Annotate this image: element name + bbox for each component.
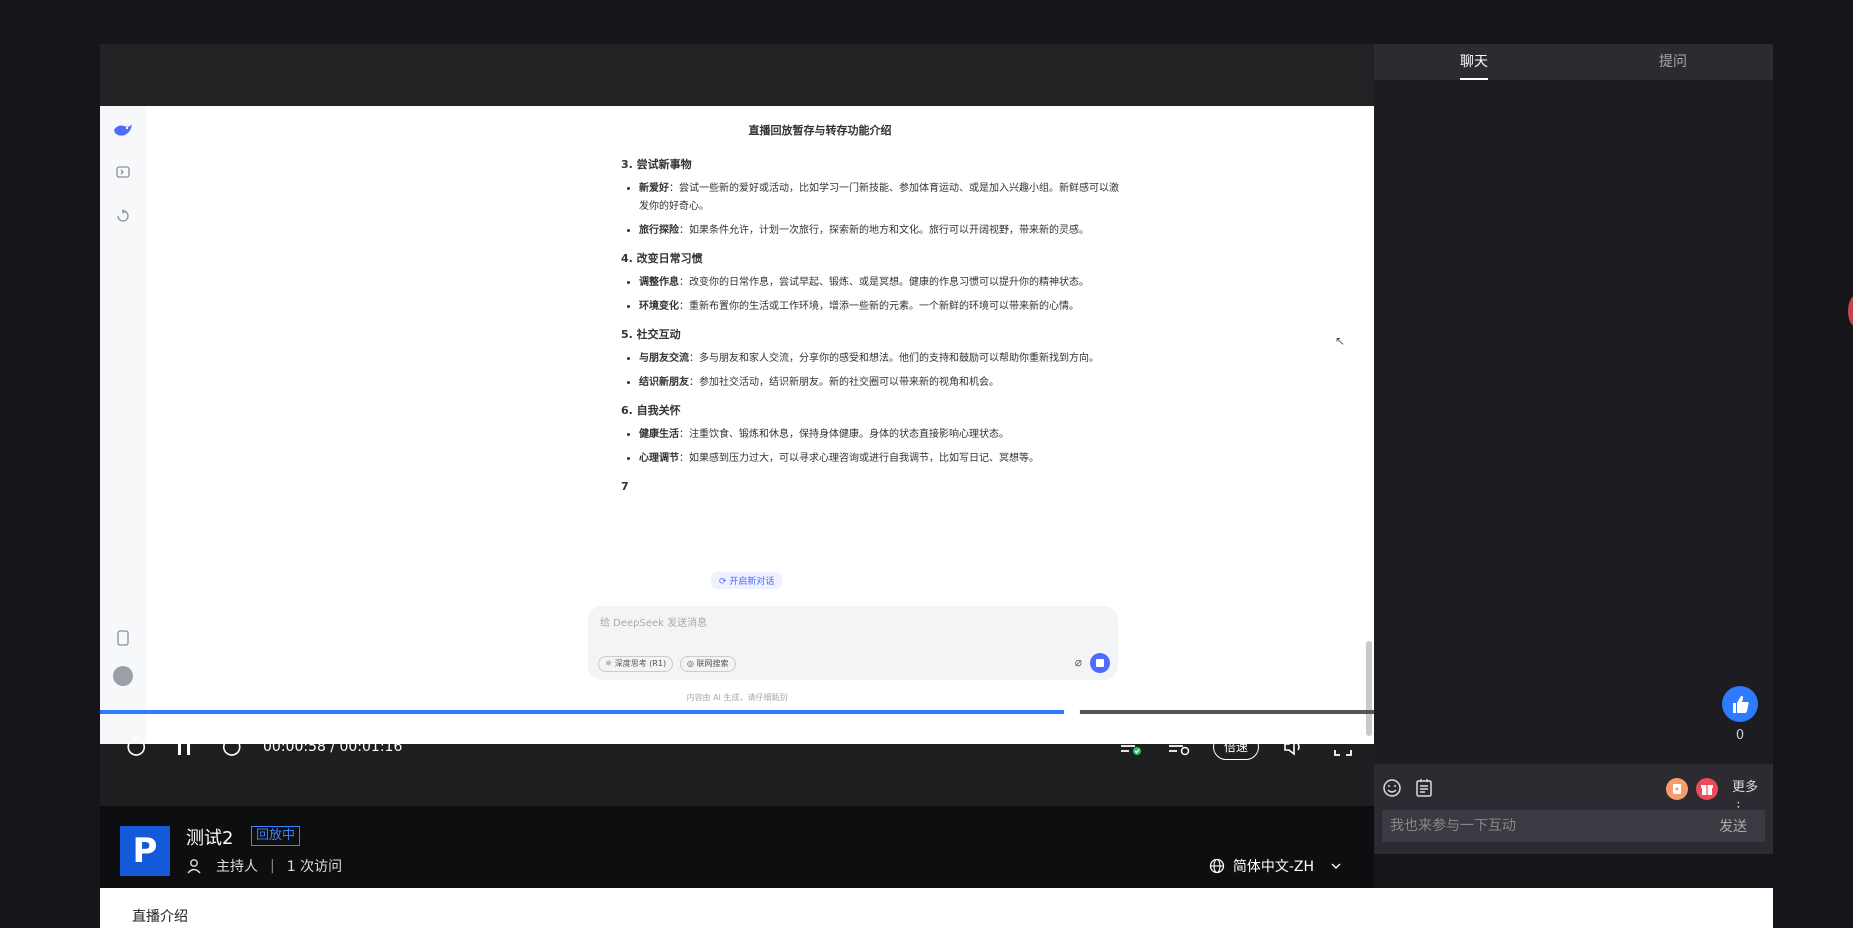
deepseek-sidebar	[100, 106, 146, 744]
stream-info-bar: P 测试2 回放中 主持人 | 1 次访问 简体中文-ZH	[100, 806, 1374, 898]
refresh-icon: ⟳	[719, 577, 730, 587]
time-display: 00:00:58 / 00:01:16	[263, 739, 403, 755]
list-item: 旅行探险：如果条件允许，计划一次旅行，探索新的地方和文化。旅行可以开阔视野，带来…	[639, 222, 1121, 240]
progress-bar[interactable]	[100, 704, 1374, 720]
player-controls: 00:00:58 / 00:01:16 倍速	[100, 720, 1374, 774]
new-chat-button: ⟳ 开启新对话	[711, 572, 783, 589]
video-scrollbar	[1366, 146, 1372, 736]
doc-heading: 5. 社交互动	[621, 328, 681, 341]
pause-icon	[178, 739, 190, 755]
red-envelope-button[interactable]	[1666, 778, 1688, 800]
tab-questions[interactable]: 提问	[1659, 44, 1687, 80]
deepseek-input-placeholder: 给 DeepSeek 发送消息	[600, 618, 708, 629]
video-top-bar	[100, 44, 1374, 106]
doc-section-5: 5. 社交互动 与朋友交流：多与朋友和家人交流，分享你的感受和想法。他们的支持和…	[621, 326, 1121, 392]
doc-trailing-number: 7	[621, 480, 629, 493]
tab-chat[interactable]: 聊天	[1460, 44, 1488, 80]
progress-fill	[100, 710, 1072, 714]
list-item: 结识新朋友：参加社交活动，结识新朋友。新的社交圈可以带来新的视角和机会。	[639, 374, 1121, 392]
fullscreen-icon	[1334, 738, 1352, 756]
gift-icon	[1701, 785, 1713, 795]
user-icon	[187, 859, 201, 874]
forward-icon	[222, 736, 241, 756]
channel-logo: P	[120, 826, 170, 876]
language-label: 简体中文-ZH	[1232, 859, 1314, 875]
doc-heading: 4. 改变日常习惯	[621, 252, 703, 265]
forward-15-button[interactable]	[216, 720, 248, 774]
language-selector[interactable]: 简体中文-ZH	[1209, 856, 1342, 876]
chat-input[interactable]	[1382, 810, 1701, 842]
chat-tabs: 聊天 提问	[1374, 44, 1773, 80]
ai-disclaimer: 内容由 AI 生成，请仔细甄别	[686, 693, 788, 702]
list-item: 心理调节：如果感到压力过大，可以寻求心理咨询或进行自我调节，比如写日记、冥想等。	[639, 450, 1121, 468]
notes-button[interactable]	[1414, 778, 1434, 798]
sidebar-toggle-icon	[112, 164, 134, 186]
list-item: 新爱好：尝试一些新的爱好或活动，比如学习一门新技能、参加体育运动、或是加入兴趣小…	[639, 180, 1121, 216]
user-avatar-icon	[113, 666, 133, 686]
globe-icon	[1209, 858, 1224, 874]
visit-count: 1 次访问	[286, 859, 343, 875]
playlist-settings-icon	[1169, 740, 1190, 756]
list-item: 环境变化：重新布置你的生活或工作环境，增添一些新的元素。一个新鲜的环境可以带来新…	[639, 298, 1121, 316]
rewind-icon	[127, 736, 146, 756]
gift-button[interactable]	[1696, 778, 1718, 800]
stream-title: 测试2	[186, 828, 234, 849]
video-frame[interactable]: 直播回放暂存与转存功能介绍 3. 尝试新事物 新爱好：尝试一些新的爱好或活动，比…	[100, 106, 1374, 744]
doc-heading: 3. 尝试新事物	[621, 158, 692, 171]
playlist-settings-button[interactable]	[1164, 720, 1194, 774]
playlist-check-icon	[1121, 740, 1141, 755]
list-item: 调整作息：改变你的日常作息，尝试早起、锻炼、或是冥想。健康的作息习惯可以提升你的…	[639, 274, 1121, 292]
intro-section: 直播介绍	[100, 888, 1773, 928]
doc-section-3: 3. 尝试新事物 新爱好：尝试一些新的爱好或活动，比如学习一门新技能、参加体育运…	[621, 156, 1121, 240]
thumbs-up-icon	[1733, 695, 1749, 713]
playlist-check-button[interactable]	[1116, 720, 1146, 774]
video-player: 直播回放暂存与转存功能介绍 3. 尝试新事物 新爱好：尝试一些新的爱好或活动，比…	[100, 44, 1374, 898]
doc-section-4: 4. 改变日常习惯 调整作息：改变你的日常作息，尝试早起、锻炼、或是冥想。健康的…	[621, 250, 1121, 316]
atom-icon: ⚛	[605, 659, 615, 668]
doc-section-6: 6. 自我关怀 健康生活：注重饮食、锻炼和休息，保持身体健康。身体的状态直接影响…	[621, 402, 1121, 468]
notes-icon	[1416, 779, 1432, 797]
speaker-icon	[1284, 738, 1300, 756]
stream-meta: 主持人 | 1 次访问	[186, 856, 342, 876]
chat-panel: 聊天 提问 0 更多 ⋮ 我也来参与一下互动 发送	[1374, 44, 1773, 854]
like-button[interactable]	[1722, 686, 1758, 722]
red-envelope-icon	[1673, 784, 1681, 794]
intro-title: 直播介绍	[132, 909, 188, 925]
smile-icon	[1383, 779, 1401, 797]
pause-button[interactable]	[168, 720, 200, 774]
globe-icon: ◎	[687, 659, 697, 668]
document-body: 3. 尝试新事物 新爱好：尝试一些新的爱好或活动，比如学习一门新技能、参加体育运…	[621, 146, 1121, 493]
emoji-button[interactable]	[1382, 778, 1402, 798]
progress-knob[interactable]	[1064, 704, 1080, 720]
fullscreen-button[interactable]	[1328, 720, 1358, 774]
doc-heading: 6. 自我关怀	[621, 404, 681, 417]
floating-edge-icon[interactable]	[1848, 296, 1853, 326]
chat-input-bar: 更多 ⋮ 发送	[1374, 764, 1773, 854]
deepseek-logo-icon	[112, 120, 134, 142]
web-search-chip: ◎ 联网搜索	[680, 656, 736, 672]
phone-icon	[112, 630, 134, 652]
deep-think-chip: ⚛ 深度思考 (R1)	[598, 656, 674, 672]
speed-button[interactable]: 倍速	[1213, 734, 1260, 760]
meta-separator: |	[270, 858, 275, 874]
attachment-icon: ⌀	[1074, 655, 1082, 669]
like-count: 0	[1735, 728, 1745, 743]
list-item: 健康生活：注重饮食、锻炼和休息，保持身体健康。身体的状态直接影响心理状态。	[639, 426, 1121, 444]
deepseek-input-box: 给 DeepSeek 发送消息 ⚛ 深度思考 (R1) ◎ 联网搜索 ⌀	[588, 606, 1118, 680]
status-badge: 回放中	[251, 826, 301, 846]
volume-button[interactable]	[1279, 720, 1309, 774]
rewind-15-button[interactable]	[120, 720, 152, 774]
list-item: 与朋友交流：多与朋友和家人交流，分享你的感受和想法。他们的支持和鼓励可以帮助你重…	[639, 350, 1121, 368]
document-title: 直播回放暂存与转存功能介绍	[748, 124, 892, 137]
chevron-down-icon	[1331, 863, 1341, 869]
host-label: 主持人	[216, 859, 258, 875]
mouse-cursor-icon: ↖	[1335, 334, 1346, 348]
send-button[interactable]: 发送	[1701, 810, 1765, 842]
new-chat-icon	[112, 208, 134, 230]
send-stop-icon	[1090, 653, 1110, 673]
